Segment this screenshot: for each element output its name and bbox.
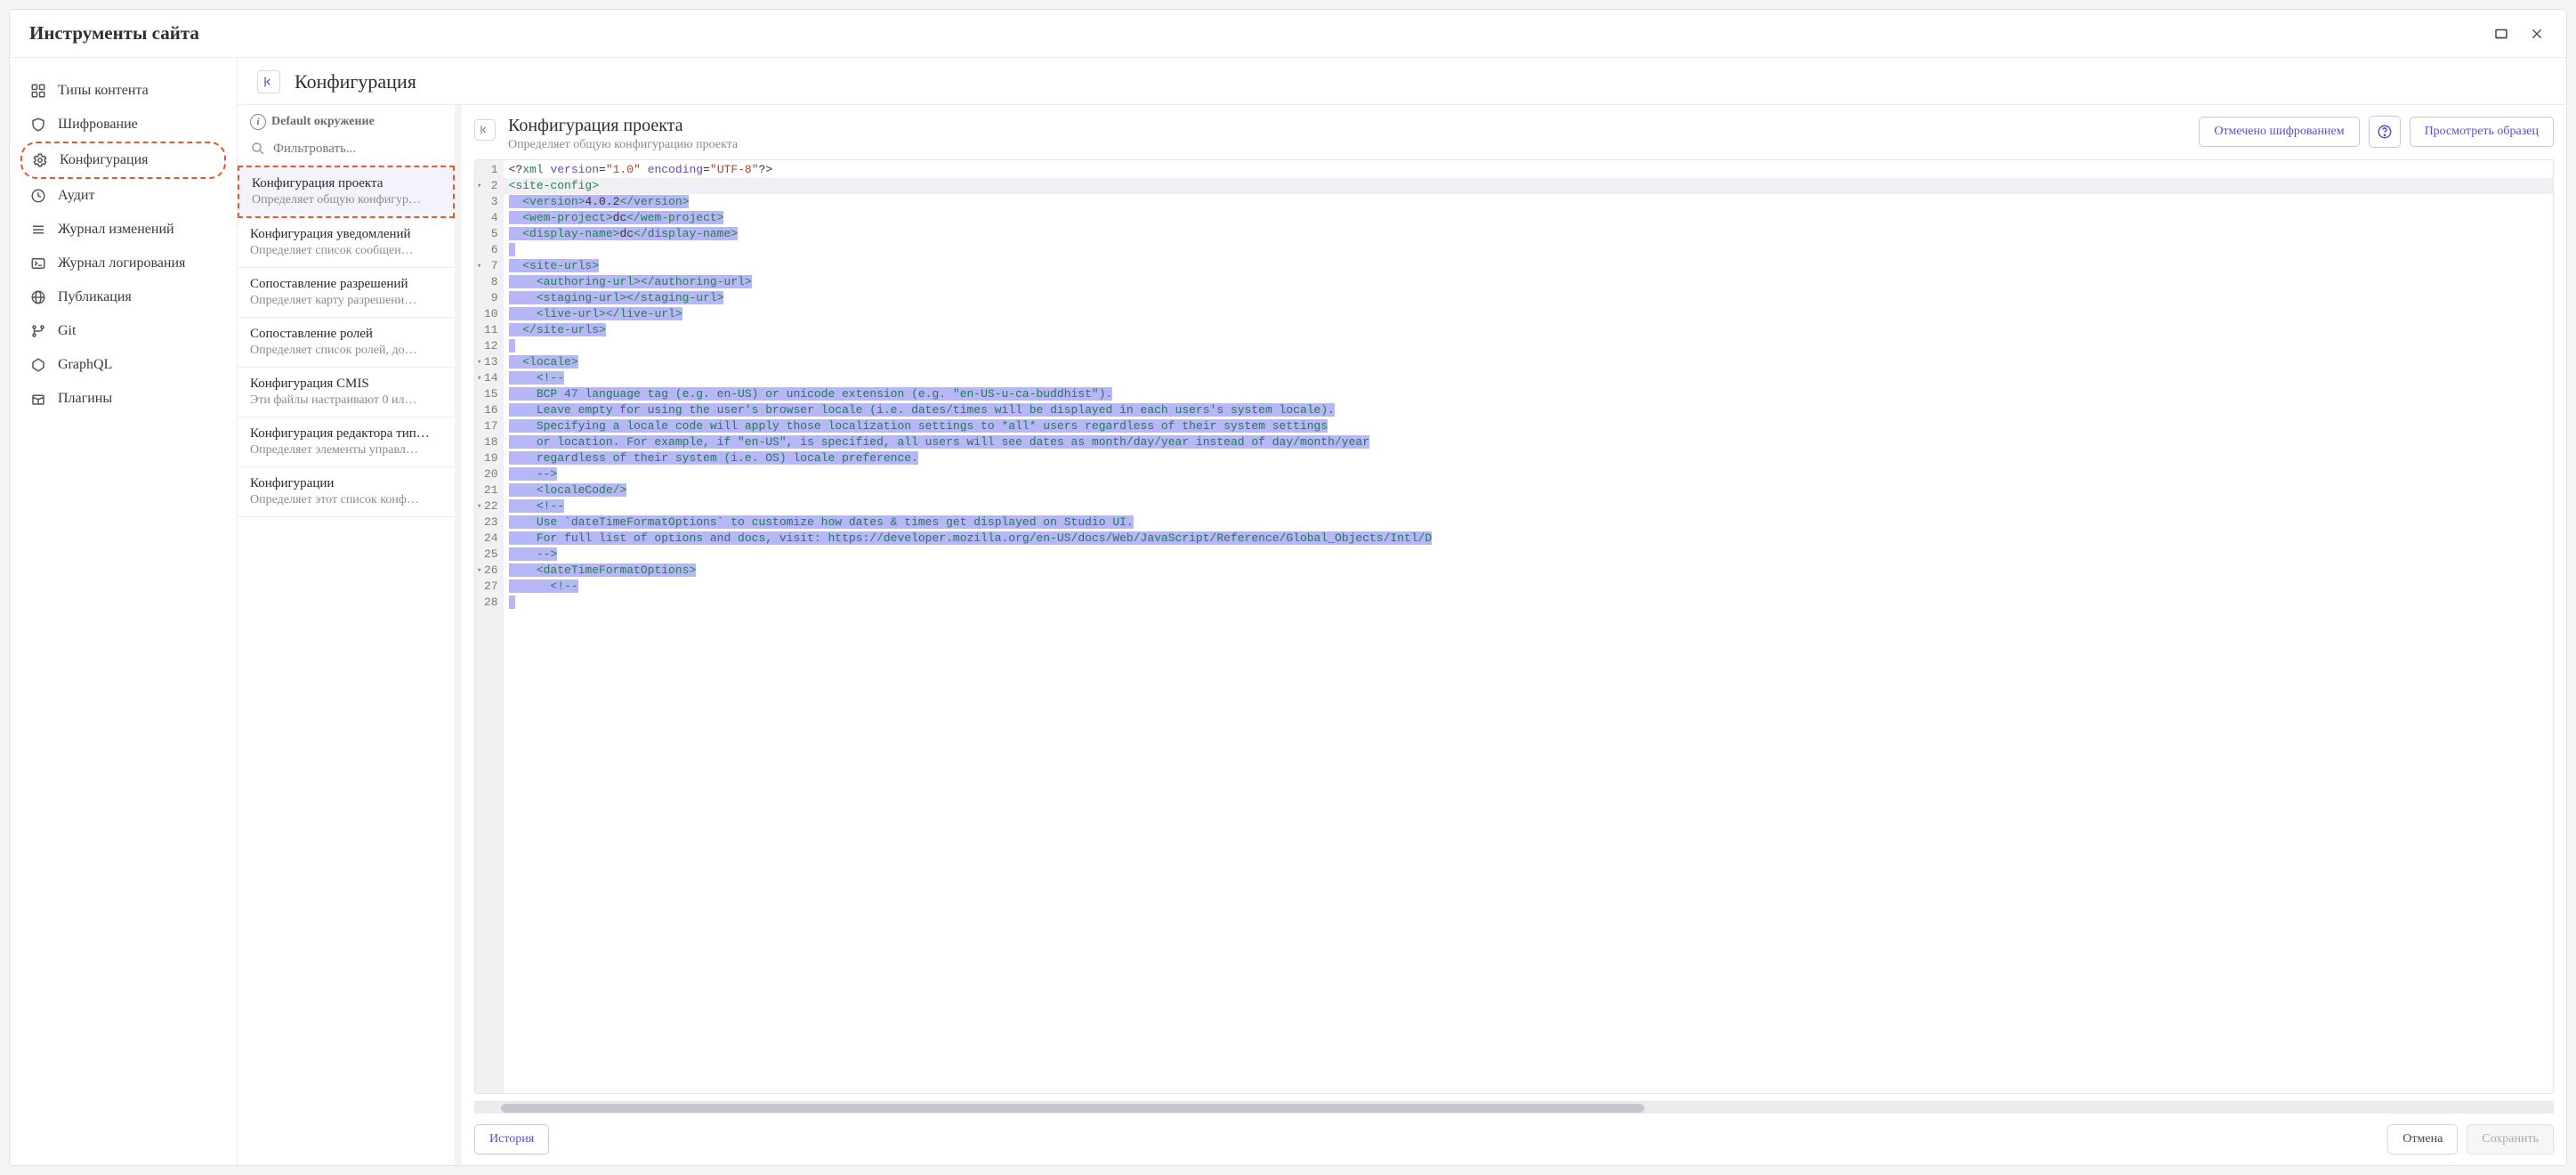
filter-input[interactable] (273, 142, 442, 157)
terminal-icon (29, 255, 47, 272)
sidebar-item-label: Публикация (58, 289, 132, 305)
config-item[interactable]: Конфигурация проекта Определяет общую кон… (238, 166, 455, 218)
history-button[interactable]: История (474, 1124, 549, 1155)
sidebar-item-audit[interactable]: Аудит (20, 179, 226, 213)
editor-title: Конфигурация проекта (508, 116, 2186, 136)
sidebar-item-encryption[interactable]: Шифрование (20, 108, 226, 142)
config-item-desc: Определяет элементы управл… (250, 443, 442, 458)
config-item-desc: Эти файлы настраивают 0 ил… (250, 393, 442, 408)
config-item-title: Конфигурация редактора тип… (250, 426, 442, 442)
sidebar: Типы контента Шифрование Конфигурация Аудит… (10, 58, 238, 1165)
sidebar-item-changes[interactable]: Журнал изменений (20, 213, 226, 247)
sidebar-item-git[interactable]: Git (20, 314, 226, 348)
main: Конфигурация i Default окружение (238, 58, 2566, 1165)
sidebar-item-label: Плагины (58, 391, 112, 407)
box-icon (29, 390, 47, 408)
close-icon[interactable] (2527, 24, 2547, 44)
clock-icon (29, 187, 47, 205)
view-sample-button[interactable]: Просмотреть образец (2410, 117, 2554, 147)
hex-icon (29, 356, 47, 374)
page-title: Конфигурация (295, 70, 416, 93)
dialog-window: Инструменты сайта Типы контента Шифровани… (9, 9, 2567, 1166)
grid-icon (29, 82, 47, 100)
config-item-desc: Определяет список сообщен… (250, 244, 442, 258)
config-item[interactable]: Конфигурация CMISЭти файлы настраивают 0… (238, 368, 455, 417)
save-button: Сохранить (2467, 1124, 2554, 1155)
filter-row (238, 135, 455, 166)
environment-label: i Default окружение (238, 105, 455, 135)
config-item[interactable]: Конфигурация редактора тип…Определяет эл… (238, 417, 455, 467)
editor-subtitle: Определяет общую конфигурацию проекта (508, 138, 2186, 152)
encrypt-marked-button[interactable]: Отмечено шифрованием (2199, 117, 2359, 147)
config-item-title: Конфигурация CMIS (250, 377, 442, 392)
config-list: i Default окружение Конфигурация проекта… (238, 105, 462, 1165)
config-item-title: Конфигурация уведомлений (250, 227, 442, 242)
sidebar-item-label: Конфигурация (60, 152, 149, 168)
search-icon (250, 141, 266, 157)
help-icon[interactable] (2369, 116, 2401, 148)
config-item[interactable]: Конфигурация уведомлений Определяет списо… (238, 218, 455, 268)
cancel-button[interactable]: Отмена (2387, 1124, 2458, 1155)
sidebar-item-label: Шифрование (58, 117, 138, 133)
config-item-title: Сопоставление разрешений (250, 277, 442, 292)
config-item[interactable]: Сопоставление ролей Определяет список рол… (238, 318, 455, 368)
window-title: Инструменты сайта (29, 22, 2475, 45)
sidebar-item-label: Типы контента (58, 83, 149, 99)
shield-icon (29, 116, 47, 134)
sidebar-item-label: Журнал изменений (58, 222, 174, 238)
minimize-icon[interactable] (2491, 24, 2511, 44)
collapse-sidebar-icon[interactable] (257, 70, 280, 93)
sidebar-item-label: GraphQL (58, 357, 112, 373)
config-item-desc: Определяет общую конфигур… (252, 193, 440, 207)
environment-text: Default окружение (271, 115, 375, 129)
gear-icon (31, 151, 49, 169)
info-icon[interactable]: i (250, 114, 266, 130)
sidebar-item-logging[interactable]: Журнал логирования (20, 247, 226, 280)
config-item-title: Конфигурация проекта (252, 176, 440, 191)
sidebar-item-label: Журнал логирования (58, 255, 185, 271)
sidebar-item-content-types[interactable]: Типы контента (20, 74, 226, 108)
config-item-title: Сопоставление ролей (250, 327, 442, 342)
sidebar-item-label: Аудит (58, 188, 94, 204)
editor-pane: Конфигурация проекта Определяет общую ко… (462, 105, 2566, 1165)
sidebar-item-publication[interactable]: Публикация (20, 280, 226, 314)
config-item-desc: Определяет этот список конф… (250, 493, 442, 507)
sidebar-item-plugins[interactable]: Плагины (20, 382, 226, 416)
config-item[interactable]: Сопоставление разрешений Определяет карту… (238, 268, 455, 318)
list-icon (29, 221, 47, 239)
sidebar-item-label: Git (58, 323, 76, 339)
config-item-title: Конфигурации (250, 476, 442, 491)
editor-footer: История Отмена Сохранить (474, 1121, 2554, 1155)
sidebar-item-configuration[interactable]: Конфигурация (20, 142, 226, 179)
config-item-desc: Определяет карту разрешени… (250, 294, 442, 308)
collapse-list-icon[interactable] (474, 119, 496, 141)
titlebar: Инструменты сайта (10, 10, 2566, 58)
branch-icon (29, 322, 47, 340)
globe-icon (29, 288, 47, 306)
horizontal-scrollbar[interactable] (474, 1101, 2554, 1114)
config-item-desc: Определяет список ролей, до… (250, 344, 442, 358)
sidebar-item-graphql[interactable]: GraphQL (20, 348, 226, 382)
config-item[interactable]: Конфигурации Определяет этот список конф… (238, 467, 455, 517)
code-editor[interactable]: 1234567891011121314151617181920212223242… (474, 159, 2554, 1094)
